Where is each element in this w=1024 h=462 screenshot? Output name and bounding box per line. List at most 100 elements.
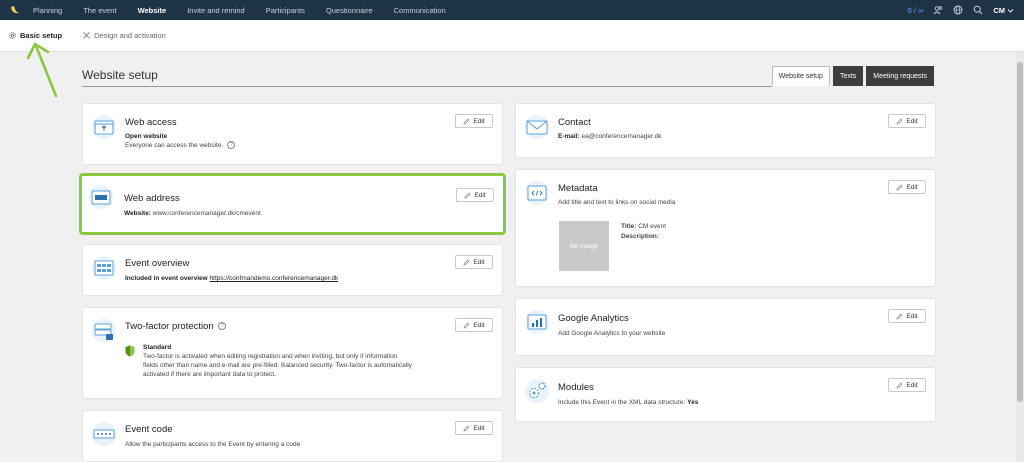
edit-label: Edit (906, 183, 918, 191)
nav-questionnaire[interactable]: Questionnaire (326, 6, 373, 15)
metadata-title-value: CM event (638, 223, 667, 230)
google-analytics-edit-button[interactable]: Edit (888, 309, 926, 323)
modules-edit-button[interactable]: Edit (888, 378, 926, 392)
nav-invite-and-remind[interactable]: Invite and remind (187, 6, 245, 15)
web-address-title: Web address (124, 193, 180, 204)
participant-count[interactable]: 0 / ∞ (908, 6, 924, 15)
help-icon[interactable]: ? (218, 322, 227, 331)
modules-card: Modules Include this Event in the XML da… (515, 367, 936, 422)
edit-label: Edit (906, 117, 918, 125)
code-window-icon (525, 181, 549, 205)
search-icon[interactable] (973, 5, 983, 15)
pencil-icon (463, 322, 470, 328)
modules-value: Yes (687, 399, 699, 406)
web-access-status: Open website (125, 133, 168, 140)
subnav-design-label: Design and activation (94, 31, 166, 40)
metadata-title-label: Title: (621, 223, 637, 230)
pencil-icon (896, 382, 903, 388)
shield-icon (125, 345, 135, 357)
code-entry-icon (92, 422, 116, 446)
nav-communication[interactable]: Communication (394, 6, 446, 15)
banana-logo-icon[interactable] (9, 4, 21, 16)
nav-the-event[interactable]: The event (83, 6, 116, 15)
contact-title: Contact (558, 117, 591, 128)
event-overview-title: Event overview (125, 258, 190, 269)
grid-overview-icon (92, 256, 116, 280)
top-nav: Planning The event Website Invite and re… (0, 0, 1024, 20)
nav-participants[interactable]: Participants (266, 6, 305, 15)
sub-nav: Basic setup Design and activation (0, 20, 1024, 52)
pencil-icon (463, 118, 470, 124)
web-access-card: Web access Open website Everyone can acc… (82, 103, 503, 165)
users-icon[interactable] (933, 5, 943, 15)
event-overview-card: Event overview Included in event overvie… (82, 244, 503, 296)
page-title: Website setup (82, 68, 158, 82)
www-window-icon (89, 185, 113, 209)
help-icon[interactable]: ? (227, 141, 236, 150)
envelope-icon (525, 115, 549, 139)
gears-icon (525, 379, 549, 403)
brush-ruler-icon (83, 32, 91, 39)
contact-label: E-mail: (558, 133, 580, 140)
metadata-fields: Title: CM event Description: (621, 222, 666, 242)
edit-label: Edit (473, 321, 485, 329)
web-access-edit-button[interactable]: Edit (455, 114, 493, 128)
contact-text: E-mail: ea@conferencemanager.dk (558, 132, 661, 141)
event-code-title: Event code (125, 424, 173, 435)
modules-title: Modules (558, 382, 594, 393)
contact-edit-button[interactable]: Edit (888, 114, 926, 128)
web-access-desc: Everyone can access the website. (125, 142, 224, 149)
modules-desc: Include this Event in the XML data struc… (558, 399, 686, 406)
nav-planning[interactable]: Planning (33, 6, 62, 15)
two-factor-edit-button[interactable]: Edit (455, 318, 493, 332)
event-code-desc: Allow the participants access to the Eve… (125, 441, 301, 448)
edit-label: Edit (473, 424, 485, 432)
contact-card: Contact E-mail: ea@conferencemanager.dk … (515, 103, 936, 158)
subnav-basic-setup[interactable]: Basic setup (8, 31, 62, 40)
edit-label: Edit (473, 258, 485, 266)
two-factor-title: Two-factor protection ? (125, 321, 227, 332)
web-address-text: Website: www.conferencemanager.dk/cmeven… (124, 209, 261, 218)
event-overview-text: Included in event overview https://confm… (125, 274, 338, 283)
web-address-label: Website: (124, 210, 151, 217)
nav-website[interactable]: Website (138, 6, 167, 15)
page-scrollbar-thumb[interactable] (1017, 62, 1023, 402)
metadata-card: Metadata Add title and text to links on … (515, 169, 936, 287)
user-initials: CM (993, 5, 1005, 15)
nav-right-tools: 0 / ∞ CM (908, 0, 1014, 20)
pencil-icon (896, 118, 903, 124)
two-factor-title-text: Two-factor protection (125, 321, 214, 332)
edit-label: Edit (906, 381, 918, 389)
modules-text: Include this Event in the XML data struc… (558, 398, 698, 407)
web-address-edit-button[interactable]: Edit (456, 188, 494, 202)
google-analytics-card: Google Analytics Add Google Analytics to… (515, 298, 936, 356)
edit-label: Edit (473, 117, 485, 125)
subnav-design-and-activation[interactable]: Design and activation (82, 31, 166, 40)
event-overview-link[interactable]: https://confmandemo.conferencemanager.dk (210, 275, 339, 282)
event-overview-edit-button[interactable]: Edit (455, 255, 493, 269)
google-analytics-desc: Add Google Analytics to your website (558, 330, 666, 337)
web-address-card: Web address Website: www.conferencemanag… (79, 173, 506, 235)
metadata-description-label: Description: (621, 233, 659, 240)
subnav-basic-setup-label: Basic setup (20, 31, 63, 40)
two-factor-desc-1: Two-factor is activated when editing reg… (143, 353, 398, 360)
web-address-value: www.conferencemanager.dk/cmevent (152, 210, 261, 217)
pencil-icon (463, 259, 470, 265)
metadata-image-placeholder: No image (559, 221, 609, 271)
metadata-desc: Add title and text to links on social me… (558, 199, 676, 206)
tab-meeting-requests[interactable]: Meeting requests (866, 66, 934, 86)
upload-window-icon (92, 115, 116, 139)
two-factor-level: Standard (143, 344, 172, 351)
tab-texts[interactable]: Texts (832, 66, 864, 86)
event-overview-label: Included in event overview (125, 275, 208, 282)
tab-website-setup[interactable]: Website setup (771, 66, 830, 86)
chevron-down-icon (1007, 8, 1014, 13)
metadata-edit-button[interactable]: Edit (888, 180, 926, 194)
globe-icon[interactable] (953, 5, 963, 15)
pencil-icon (463, 425, 470, 431)
event-code-card: Event code Allow the participants access… (82, 410, 503, 462)
user-menu[interactable]: CM (993, 6, 1014, 15)
title-divider (82, 86, 772, 87)
edit-label: Edit (474, 191, 486, 199)
event-code-edit-button[interactable]: Edit (455, 421, 493, 435)
